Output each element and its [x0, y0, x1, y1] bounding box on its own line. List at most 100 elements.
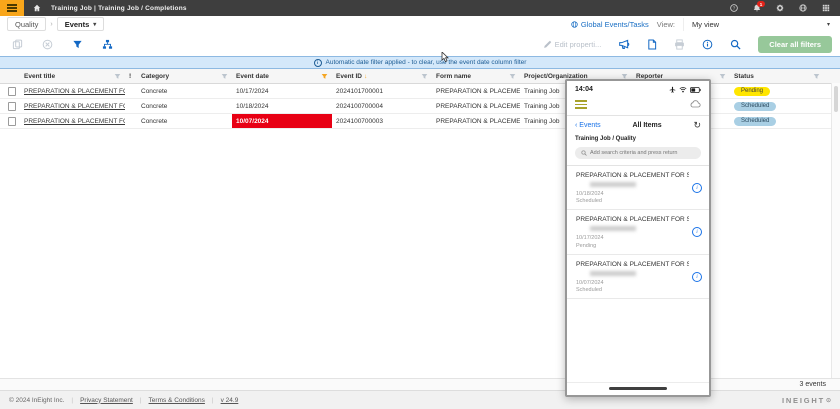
row-checkbox[interactable]: [8, 102, 16, 111]
vertical-scrollbar[interactable]: [831, 83, 840, 378]
row-checkbox[interactable]: [8, 87, 16, 96]
phone-event-title: PREPARATION & PLACEMENT FOR S...: [576, 261, 689, 268]
terms-conditions-link[interactable]: Terms & Conditions: [149, 397, 205, 404]
table-row[interactable]: PREPARATION & PLACEMENT FOR S... Concret…: [0, 84, 840, 99]
search-icon[interactable]: [730, 39, 741, 50]
home-icon[interactable]: [33, 4, 41, 12]
event-id-cell: 2024100700003: [332, 114, 432, 128]
globe-icon[interactable]: [799, 4, 807, 12]
announcement-megaphone-icon[interactable]: [618, 39, 630, 50]
form-name-cell: PREPARATION & PLACEMENT FOR S...: [432, 114, 520, 128]
priority-cell: [125, 99, 137, 113]
view-controls: Global Events/Tasks View: My view ▾: [571, 18, 834, 31]
phone-status-icons: [669, 86, 701, 93]
filter-funnel-icon[interactable]: [813, 73, 820, 80]
main-menu-button[interactable]: [0, 0, 24, 16]
settings-gear-icon[interactable]: [776, 4, 784, 12]
table-header-row: Event title ! Category Event date Event …: [0, 69, 840, 84]
hierarchy-icon[interactable]: [102, 39, 113, 50]
ineight-logo: INEIGHT ⊙: [782, 396, 831, 405]
redacted-text: [590, 271, 636, 276]
page-selector-events[interactable]: Events ▾: [57, 17, 105, 31]
column-header-event-title[interactable]: Event title: [20, 69, 125, 83]
sort-descending-icon[interactable]: ↓: [364, 73, 367, 80]
row-checkbox-cell: [0, 99, 20, 113]
event-date-cell-overdue: 10/07/2024: [232, 114, 332, 128]
phone-menu-button[interactable]: [575, 100, 587, 109]
module-breadcrumb-quality[interactable]: Quality: [7, 17, 46, 31]
form-name-cell: PREPARATION & PLACEMENT FOR S...: [432, 99, 520, 113]
info-icon[interactable]: i: [692, 227, 702, 237]
info-icon[interactable]: i: [692, 183, 702, 193]
edit-properties-button[interactable]: Edit properti...: [543, 40, 602, 49]
redacted-text: [590, 182, 636, 187]
copyright-text: © 2024 InEight Inc.: [9, 397, 64, 404]
refresh-icon[interactable]: ↻: [693, 122, 701, 129]
list-item[interactable]: PREPARATION & PLACEMENT FOR S... 10/07/2…: [567, 255, 709, 300]
version-link[interactable]: v 24.9: [221, 397, 239, 404]
app-screen: Training Job | Training Job / Completion…: [0, 0, 840, 409]
info-icon[interactable]: i: [692, 272, 702, 282]
phone-search-box[interactable]: [575, 147, 701, 159]
column-header-event-id[interactable]: Event ID ↓: [332, 69, 432, 83]
event-title-link[interactable]: PREPARATION & PLACEMENT FOR S...: [24, 118, 125, 125]
notifications-bell-icon[interactable]: 1: [753, 4, 761, 12]
export-document-icon[interactable]: [647, 39, 657, 50]
info-icon[interactable]: [702, 39, 713, 50]
phone-event-title: PREPARATION & PLACEMENT FOR S...: [576, 172, 689, 179]
filter-funnel-icon[interactable]: [114, 73, 121, 80]
column-header-category[interactable]: Category: [137, 69, 232, 83]
phone-clock: 14:04: [575, 86, 593, 93]
chevron-down-icon: ▾: [827, 21, 830, 28]
privacy-statement-link[interactable]: Privacy Statement: [80, 397, 133, 404]
print-icon[interactable]: [674, 39, 685, 50]
view-dropdown-value: My view: [692, 20, 719, 29]
category-cell: Concrete: [137, 99, 232, 113]
event-id-cell: 2024101700001: [332, 84, 432, 98]
grid-toolbar: Edit properti... Clear all filters: [0, 32, 840, 56]
list-item[interactable]: PREPARATION & PLACEMENT FOR S... 10/18/2…: [567, 166, 709, 211]
column-header-priority[interactable]: !: [125, 69, 137, 83]
priority-cell: [125, 84, 137, 98]
cancel-event-icon[interactable]: [42, 39, 53, 50]
breadcrumb: Training Job | Training Job / Completion…: [51, 5, 187, 12]
wifi-icon: [679, 86, 687, 93]
cloud-sync-icon[interactable]: [689, 100, 701, 108]
table-row[interactable]: PREPARATION & PLACEMENT FOR S... Concret…: [0, 99, 840, 114]
row-checkbox[interactable]: [8, 117, 16, 126]
filter-funnel-icon[interactable]: [509, 73, 516, 80]
phone-nav-bar: ‹ Events All Items ↻: [567, 116, 709, 132]
filter-icon[interactable]: [72, 39, 83, 50]
footer-divider: |: [140, 397, 142, 404]
global-events-tasks-link[interactable]: Global Events/Tasks: [571, 20, 649, 29]
help-icon[interactable]: ?: [730, 4, 738, 12]
phone-context-label: Training Job / Quality: [567, 132, 709, 144]
active-filter-funnel-icon[interactable]: [321, 73, 328, 80]
list-item[interactable]: PREPARATION & PLACEMENT FOR S... 10/17/2…: [567, 210, 709, 255]
filter-funnel-icon[interactable]: [221, 73, 228, 80]
copy-event-icon[interactable]: [12, 39, 23, 50]
breadcrumb-separator: ›: [50, 21, 52, 28]
events-table: Event title ! Category Event date Event …: [0, 69, 840, 378]
phone-app-header: [567, 95, 709, 115]
phone-event-status: Scheduled: [576, 287, 689, 293]
phone-search-input[interactable]: [590, 150, 695, 156]
filter-funnel-icon[interactable]: [719, 73, 726, 80]
column-header-form-name[interactable]: Form name: [432, 69, 520, 83]
column-chooser-icon[interactable]: [824, 69, 832, 83]
edit-properties-label: Edit properti...: [555, 40, 602, 49]
filter-funnel-icon[interactable]: [421, 73, 428, 80]
clear-all-filters-button[interactable]: Clear all filters: [758, 36, 832, 53]
page-selector-label: Events: [65, 20, 90, 29]
table-row[interactable]: PREPARATION & PLACEMENT FOR S... Concret…: [0, 114, 840, 129]
column-header-status[interactable]: Status: [730, 69, 824, 83]
apps-grid-icon[interactable]: [822, 4, 830, 12]
view-dropdown[interactable]: My view ▾: [683, 18, 834, 31]
scrollbar-handle[interactable]: [834, 86, 838, 112]
phone-event-date: 10/07/2024: [576, 280, 689, 286]
column-header-event-date[interactable]: Event date: [232, 69, 332, 83]
back-to-events-link[interactable]: ‹ Events: [575, 122, 601, 129]
event-title-link[interactable]: PREPARATION & PLACEMENT FOR S...: [24, 103, 125, 110]
event-title-link[interactable]: PREPARATION & PLACEMENT FOR S...: [24, 88, 125, 95]
page-footer: © 2024 InEight Inc. | Privacy Statement …: [0, 390, 840, 409]
